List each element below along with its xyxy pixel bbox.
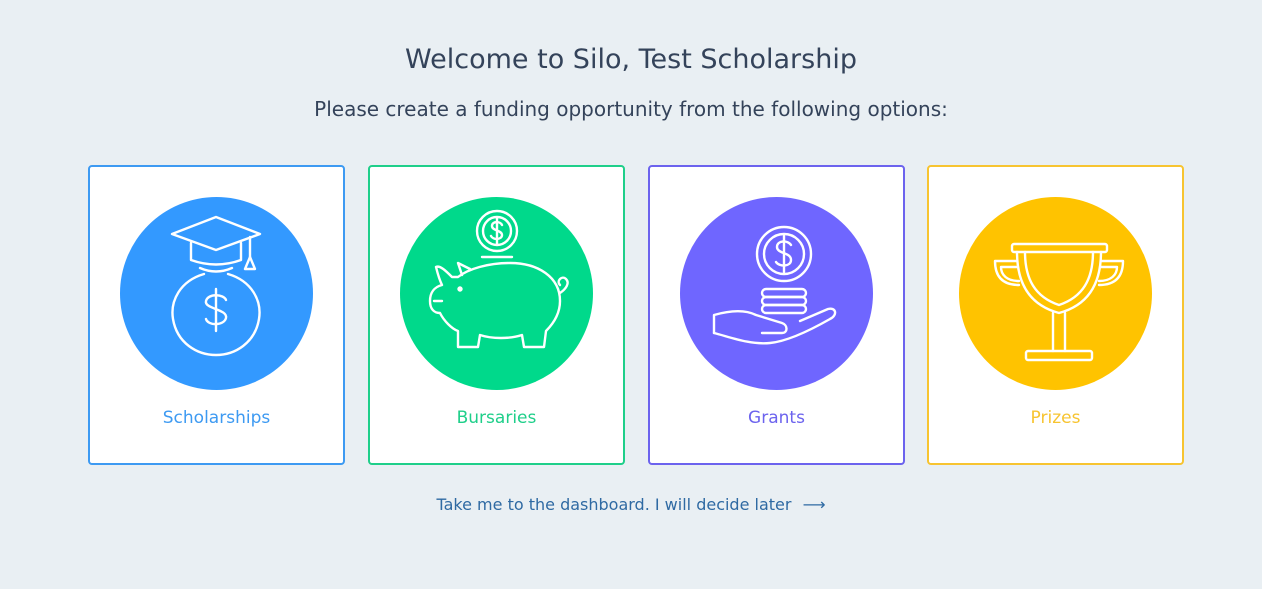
prizes-card[interactable]: Prizes <box>927 165 1184 465</box>
graduation-money-bag-icon <box>170 215 262 357</box>
hand-coins-icon <box>712 225 837 345</box>
scholarships-label: Scholarships <box>162 408 271 428</box>
scholarships-card[interactable]: Scholarships <box>88 165 345 465</box>
piggy-bank-icon <box>428 209 569 349</box>
bursaries-card[interactable]: Bursaries <box>368 165 625 465</box>
bursaries-circle <box>400 197 593 390</box>
trophy-icon <box>993 242 1125 362</box>
prizes-label: Prizes <box>1030 408 1081 428</box>
grants-label: Grants <box>748 408 805 428</box>
dashboard-link[interactable]: Take me to the dashboard. I will decide … <box>0 493 1262 517</box>
funding-options: Scholarships Bursaries Grants Prizes <box>88 165 1184 465</box>
grants-card[interactable]: Grants <box>648 165 905 465</box>
bursaries-label: Bursaries <box>456 408 537 428</box>
page-title: Welcome to Silo, Test Scholarship <box>405 44 857 75</box>
grants-circle <box>680 197 873 390</box>
arrow-right-icon: ⟶ <box>802 495 826 514</box>
prizes-circle <box>959 197 1152 390</box>
page-subtitle: Please create a funding opportunity from… <box>314 97 948 121</box>
scholarships-circle <box>120 197 313 390</box>
dashboard-link-text[interactable]: Take me to the dashboard. I will decide … <box>437 495 792 514</box>
